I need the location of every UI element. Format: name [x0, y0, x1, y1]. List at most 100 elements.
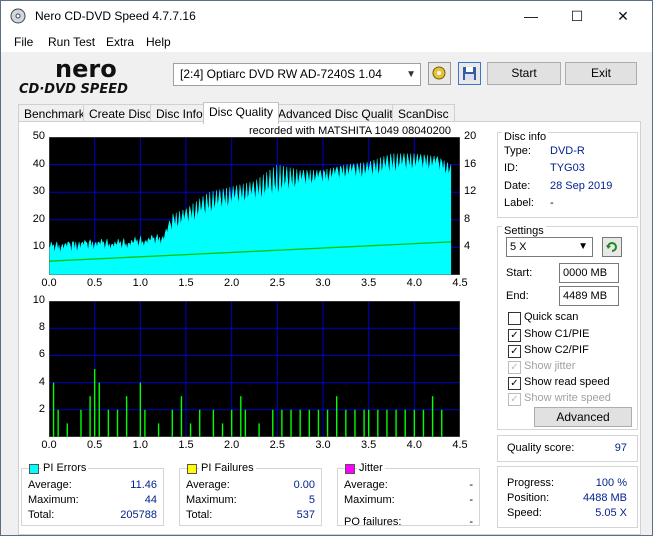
disc-id-label: ID: — [504, 162, 519, 174]
pi-errors-x-tick: 1.0 — [132, 277, 148, 289]
show-c2pif-checkbox[interactable]: ✓ — [508, 345, 521, 358]
pi-failures-y-tick: 4 — [38, 375, 45, 388]
pi-failures-x-tick: 0.0 — [41, 439, 57, 451]
speed-value: 5.05 X — [595, 507, 627, 519]
po-failures-label: PO failures: — [344, 516, 402, 528]
maximize-button[interactable]: ☐ — [554, 1, 600, 32]
progress-label: Progress: — [507, 477, 555, 489]
pi-errors-x-tick: 2.0 — [224, 277, 240, 289]
settings-group: Settings 5 X ▼ Start: 0000 MB End: 4489 … — [497, 225, 638, 430]
app-window: Nero CD-DVD Speed 4.7.7.16 — ☐ ✕ File Ru… — [0, 0, 653, 536]
speed-select[interactable]: 5 X ▼ — [506, 237, 593, 257]
start-input[interactable]: 0000 MB — [559, 263, 619, 283]
drive-select[interactable]: [2:4] Optiarc DVD RW AD-7240S 1.04 ▼ — [173, 63, 421, 86]
show-jitter-label: Show jitter — [524, 360, 576, 372]
quick-scan-checkbox[interactable] — [508, 312, 521, 325]
pi-errors-total-value: 205788 — [120, 509, 157, 521]
show-write-speed-label: Show write speed — [524, 392, 611, 404]
pi-errors-x-tick: 4.5 — [452, 277, 468, 289]
pi-failures-x-tick: 3.0 — [315, 439, 331, 451]
pi-failures-max-value: 5 — [308, 494, 315, 506]
show-read-speed-label: Show read speed — [524, 376, 610, 388]
show-read-speed-checkbox[interactable]: ✓ — [508, 377, 521, 390]
pi-errors-stats: PI Errors Average: 11.46 Maximum: 44 Tot… — [21, 462, 164, 526]
pi-errors-y-tick: 30 — [32, 185, 45, 198]
eject-icon — [432, 66, 446, 80]
start-label: Start: — [506, 267, 533, 279]
disc-id-value: TYG03 — [550, 162, 585, 174]
show-jitter-checkbox: ✓ — [508, 361, 521, 374]
chevron-down-icon: ▼ — [406, 69, 416, 80]
pi-errors-y-tick: 40 — [32, 157, 45, 170]
disc-date-label: Date: — [504, 180, 531, 192]
pi-errors-avg-value: 11.46 — [130, 479, 157, 491]
show-c2pif-label: Show C2/PIF — [524, 344, 589, 356]
refresh-icon — [606, 242, 617, 252]
speed-select-value: 5 X — [510, 241, 527, 253]
minimize-button[interactable]: — — [508, 1, 554, 32]
tab-disc-quality[interactable]: Disc Quality — [203, 102, 280, 124]
pi-failures-x-tick: 3.5 — [361, 439, 377, 451]
jitter-stats: Jitter Average: - Maximum: - PO failures… — [337, 462, 480, 528]
progress-group: Progress: 100 % Position: 4488 MB Speed:… — [497, 466, 638, 528]
eject-button[interactable] — [428, 62, 451, 85]
quality-score-group: Quality score: 97 — [497, 435, 638, 462]
pi-failures-x-tick: 1.0 — [132, 439, 148, 451]
disc-quality-panel: recorded with MATSHITA 1049 08040200 Dis… — [18, 121, 641, 535]
jitter-avg-label: Average: — [344, 479, 388, 491]
show-c1pie-label: Show C1/PIE — [524, 328, 590, 340]
save-button[interactable] — [458, 62, 481, 85]
quality-score-label: Quality score: — [507, 442, 575, 454]
end-label: End: — [506, 290, 529, 302]
menu-run-test[interactable]: Run Test — [48, 35, 95, 49]
disc-date-value: 28 Sep 2019 — [550, 180, 613, 192]
pi-errors-max-label: Maximum: — [28, 494, 79, 506]
position-value: 4488 MB — [582, 492, 627, 504]
pi-errors-total-label: Total: — [28, 509, 55, 521]
disc-info-group: Disc info Type: DVD-R ID: TYG03 Date: 28… — [497, 131, 638, 218]
pi-errors-y2-tick: 16 — [464, 157, 477, 170]
menu-file[interactable]: File — [14, 35, 33, 49]
pi-errors-x-tick: 1.5 — [178, 277, 194, 289]
app-icon — [10, 8, 26, 24]
close-button[interactable]: ✕ — [600, 1, 646, 32]
quick-scan-label: Quick scan — [524, 311, 579, 323]
refresh-speed-button[interactable] — [602, 237, 622, 257]
progress-value: 100 % — [595, 477, 627, 489]
pi-errors-title: PI Errors — [41, 462, 89, 474]
exit-button[interactable]: Exit — [565, 62, 637, 85]
pi-errors-x-tick: 0.5 — [87, 277, 103, 289]
jitter-max-label: Maximum: — [344, 494, 395, 506]
pi-failures-avg-value: 0.00 — [293, 479, 315, 491]
svg-text:CD·DVD SPEED: CD·DVD SPEED — [19, 82, 128, 96]
svg-text:nero: nero — [55, 56, 117, 83]
po-failures-value: - — [469, 516, 473, 528]
pi-failures-x-tick: 1.5 — [178, 439, 194, 451]
jitter-title: Jitter — [357, 462, 385, 474]
jitter-avg-value: - — [469, 479, 473, 491]
disc-type-value: DVD-R — [550, 145, 585, 157]
advanced-button[interactable]: Advanced — [534, 407, 632, 427]
chevron-down-icon: ▼ — [578, 241, 588, 252]
pi-errors-y2-tick: 4 — [464, 240, 471, 253]
menu-extra[interactable]: Extra — [106, 35, 134, 49]
save-icon — [463, 67, 476, 80]
disc-label-label: Label: — [504, 197, 534, 209]
menu-help[interactable]: Help — [146, 35, 171, 49]
nero-logo: nero CD·DVD SPEED — [19, 56, 128, 96]
start-button[interactable]: Start — [487, 62, 561, 85]
show-c1pie-checkbox[interactable]: ✓ — [508, 329, 521, 342]
pi-failures-x-tick: 4.0 — [406, 439, 422, 451]
settings-title: Settings — [502, 225, 546, 237]
position-label: Position: — [507, 492, 550, 504]
pi-failures-plot-area — [49, 301, 460, 437]
pi-errors-avg-label: Average: — [28, 479, 72, 491]
pi-errors-y2-tick: 20 — [464, 130, 477, 142]
pi-errors-x-tick: 3.0 — [315, 277, 331, 289]
pi-errors-x-tick: 4.0 — [406, 277, 422, 289]
pi-failures-total-value: 537 — [296, 509, 315, 521]
end-input[interactable]: 4489 MB — [559, 286, 619, 306]
pi-errors-x-tick: 2.5 — [269, 277, 285, 289]
jitter-legend-swatch — [345, 464, 355, 474]
disc-type-label: Type: — [504, 145, 531, 157]
